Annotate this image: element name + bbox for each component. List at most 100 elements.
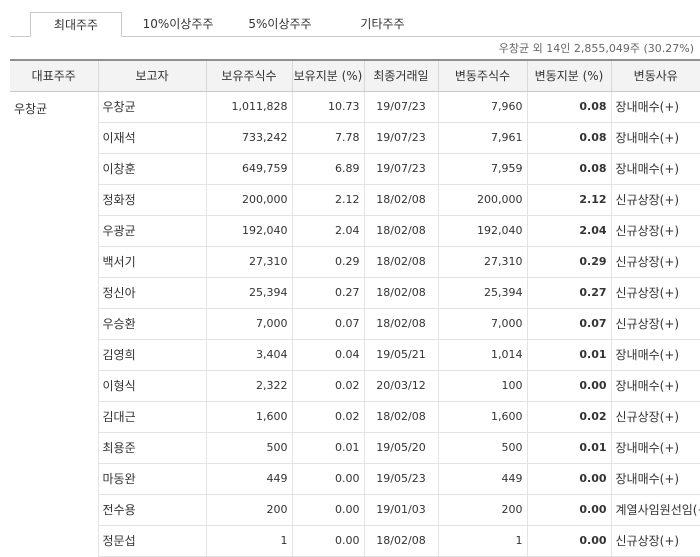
shares-held: 200 bbox=[206, 494, 293, 526]
stake-percent: 0.01 bbox=[292, 432, 365, 464]
shares-held: 27,310 bbox=[206, 246, 293, 278]
last-trade-date: 19/01/03 bbox=[364, 494, 439, 526]
table-row: 이형식 2,322 0.02 20/03/12 100 0.00 장내매수(+) bbox=[10, 370, 700, 402]
change-shares: 27,310 bbox=[438, 246, 528, 278]
change-shares: 1 bbox=[438, 525, 528, 557]
tab-10pct-shareholder[interactable]: 10%이상주주 bbox=[132, 12, 224, 36]
stake-percent: 2.12 bbox=[292, 184, 365, 216]
change-reason: 장내매수(+) bbox=[611, 122, 700, 154]
change-reason: 계열사임원선임(+) bbox=[611, 494, 700, 526]
stake-percent: 0.29 bbox=[292, 246, 365, 278]
change-reason: 장내매수(+) bbox=[611, 432, 700, 464]
reporter-name: 정문섭 bbox=[98, 525, 207, 557]
change-reason: 신규상장(+) bbox=[611, 184, 700, 216]
change-shares: 200 bbox=[438, 494, 528, 526]
tab-other-shareholder[interactable]: 기타주주 bbox=[340, 12, 425, 36]
stake-percent: 7.78 bbox=[292, 122, 365, 154]
change-reason: 신규상장(+) bbox=[611, 308, 700, 340]
last-trade-date: 18/02/08 bbox=[364, 277, 439, 309]
col-header-change-shares: 변동주식수 bbox=[438, 59, 528, 92]
shares-held: 449 bbox=[206, 463, 293, 495]
last-trade-date: 18/02/08 bbox=[364, 215, 439, 247]
change-shares: 1,014 bbox=[438, 339, 528, 371]
last-trade-date: 18/02/08 bbox=[364, 308, 439, 340]
change-reason: 신규상장(+) bbox=[611, 246, 700, 278]
change-shares: 7,961 bbox=[438, 122, 528, 154]
col-header-change-reason: 변동사유 bbox=[611, 59, 700, 92]
change-shares: 100 bbox=[438, 370, 528, 402]
col-header-change-stake: 변동지분 (%) bbox=[527, 59, 612, 92]
shares-held: 200,000 bbox=[206, 184, 293, 216]
last-trade-date: 18/02/08 bbox=[364, 525, 439, 557]
shares-held: 7,000 bbox=[206, 308, 293, 340]
reporter-name: 이창훈 bbox=[98, 153, 207, 185]
change-reason: 신규상장(+) bbox=[611, 215, 700, 247]
table-row: 정신아 25,394 0.27 18/02/08 25,394 0.27 신규상장(+) bbox=[10, 277, 700, 309]
last-trade-date: 18/02/08 bbox=[364, 246, 439, 278]
stake-percent: 0.07 bbox=[292, 308, 365, 340]
shareholder-table: 대표주주 보고자 보유주식수 보유지분 (%) 최종거래일 변동주식수 변동지분… bbox=[10, 59, 700, 557]
change-shares: 449 bbox=[438, 463, 528, 495]
reporter-name: 전수용 bbox=[98, 494, 207, 526]
tab-largest-shareholder[interactable]: 최대주주 bbox=[30, 12, 122, 37]
change-reason: 신규상장(+) bbox=[611, 525, 700, 557]
change-shares: 7,959 bbox=[438, 153, 528, 185]
shareholder-summary: 우창균 외 14인 2,855,049주 (30.27%) bbox=[498, 42, 694, 55]
shareholder-tabs: 최대주주 10%이상주주 5%이상주주 기타주주 bbox=[10, 12, 700, 37]
table-row: 우광균 192,040 2.04 18/02/08 192,040 2.04 신규상장(+) bbox=[10, 215, 700, 247]
stake-percent: 0.00 bbox=[292, 494, 365, 526]
last-trade-date: 19/07/23 bbox=[364, 91, 439, 123]
table-row: 백서기 27,310 0.29 18/02/08 27,310 0.29 신규상장(+) bbox=[10, 246, 700, 278]
reporter-name: 김대근 bbox=[98, 401, 207, 433]
shares-held: 25,394 bbox=[206, 277, 293, 309]
change-shares: 7,960 bbox=[438, 91, 528, 123]
tab-5pct-shareholder[interactable]: 5%이상주주 bbox=[235, 12, 325, 36]
change-stake: 0.00 bbox=[527, 370, 612, 402]
last-trade-date: 19/05/21 bbox=[364, 339, 439, 371]
shares-held: 1 bbox=[206, 525, 293, 557]
change-stake: 0.00 bbox=[527, 463, 612, 495]
last-trade-date: 19/05/23 bbox=[364, 463, 439, 495]
change-shares: 7,000 bbox=[438, 308, 528, 340]
representative-shareholder: 우창균 bbox=[10, 91, 99, 556]
shares-held: 192,040 bbox=[206, 215, 293, 247]
table-row: 최용준 500 0.01 19/05/20 500 0.01 장내매수(+) bbox=[10, 432, 700, 464]
last-trade-date: 19/05/20 bbox=[364, 432, 439, 464]
change-shares: 192,040 bbox=[438, 215, 528, 247]
change-stake: 2.04 bbox=[527, 215, 612, 247]
reporter-name: 마동완 bbox=[98, 463, 207, 495]
stake-percent: 6.89 bbox=[292, 153, 365, 185]
change-stake: 2.12 bbox=[527, 184, 612, 216]
change-reason: 신규상장(+) bbox=[611, 401, 700, 433]
stake-percent: 0.04 bbox=[292, 339, 365, 371]
shares-held: 2,322 bbox=[206, 370, 293, 402]
change-stake: 0.08 bbox=[527, 153, 612, 185]
change-stake: 0.29 bbox=[527, 246, 612, 278]
table-row: 정문섭 1 0.00 18/02/08 1 0.00 신규상장(+) bbox=[10, 525, 700, 557]
table-row: 정화정 200,000 2.12 18/02/08 200,000 2.12 신규상장(+) bbox=[10, 184, 700, 216]
shares-held: 500 bbox=[206, 432, 293, 464]
change-reason: 신규상장(+) bbox=[611, 277, 700, 309]
table-header-row: 대표주주 보고자 보유주식수 보유지분 (%) 최종거래일 변동주식수 변동지분… bbox=[10, 59, 700, 92]
last-trade-date: 18/02/08 bbox=[364, 401, 439, 433]
reporter-name: 이재석 bbox=[98, 122, 207, 154]
stake-percent: 0.02 bbox=[292, 401, 365, 433]
stake-percent: 2.04 bbox=[292, 215, 365, 247]
table-row: 마동완 449 0.00 19/05/23 449 0.00 장내매수(+) bbox=[10, 463, 700, 495]
change-reason: 장내매수(+) bbox=[611, 339, 700, 371]
reporter-name: 백서기 bbox=[98, 246, 207, 278]
shares-held: 649,759 bbox=[206, 153, 293, 185]
stake-percent: 0.00 bbox=[292, 525, 365, 557]
col-header-stake: 보유지분 (%) bbox=[292, 59, 365, 92]
change-stake: 0.01 bbox=[527, 432, 612, 464]
reporter-name: 정신아 bbox=[98, 277, 207, 309]
table-row: 김영희 3,404 0.04 19/05/21 1,014 0.01 장내매수(+) bbox=[10, 339, 700, 371]
stake-percent: 10.73 bbox=[292, 91, 365, 123]
table-row: 김대근 1,600 0.02 18/02/08 1,600 0.02 신규상장(+) bbox=[10, 401, 700, 433]
change-reason: 장내매수(+) bbox=[611, 370, 700, 402]
shares-held: 1,011,828 bbox=[206, 91, 293, 123]
shares-held: 733,242 bbox=[206, 122, 293, 154]
change-stake: 0.01 bbox=[527, 339, 612, 371]
table-body: 우창균 우창균 1,011,828 10.73 19/07/23 7,960 0.08 장내매… bbox=[10, 91, 700, 557]
reporter-name: 이형식 bbox=[98, 370, 207, 402]
